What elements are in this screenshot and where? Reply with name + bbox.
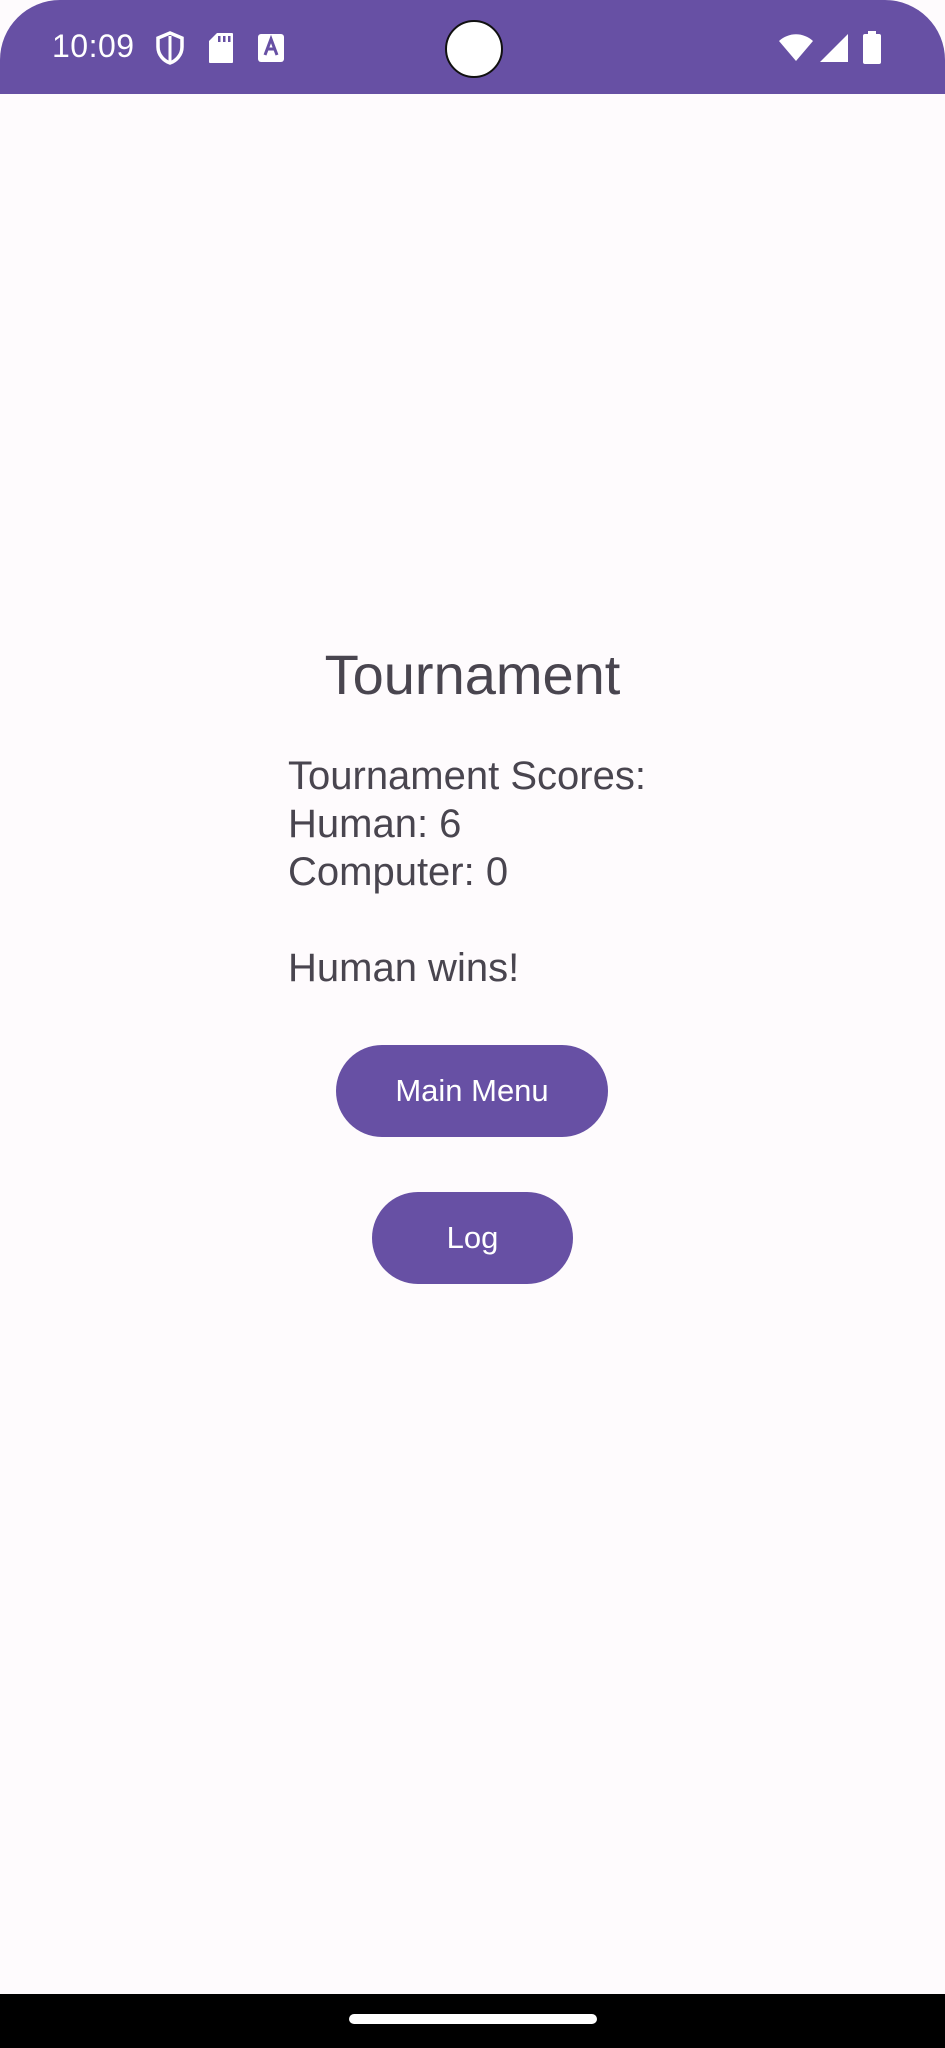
battery-icon xyxy=(854,30,890,66)
sd-card-icon xyxy=(203,30,239,66)
page-title: Tournament xyxy=(324,643,621,706)
cell-signal-icon xyxy=(816,30,852,66)
navigation-bar xyxy=(0,1994,945,2048)
main-menu-button[interactable]: Main Menu xyxy=(336,1045,608,1137)
log-button[interactable]: Log xyxy=(372,1192,573,1284)
scores-heading: Tournament Scores: xyxy=(288,754,646,798)
computer-score: Computer: 0 xyxy=(288,850,509,894)
camera-cutout xyxy=(445,20,503,78)
wifi-icon xyxy=(778,30,814,66)
result-text: Human wins! xyxy=(288,946,520,990)
shield-icon xyxy=(152,30,188,66)
keyboard-a-icon xyxy=(253,30,289,66)
status-bar: 10:09 xyxy=(0,0,945,94)
home-gesture-handle[interactable] xyxy=(349,2014,597,2024)
status-time: 10:09 xyxy=(52,28,135,64)
human-score: Human: 6 xyxy=(288,802,462,846)
tournament-scores: Tournament Scores: Human: 6 Computer: 0 xyxy=(288,752,646,896)
